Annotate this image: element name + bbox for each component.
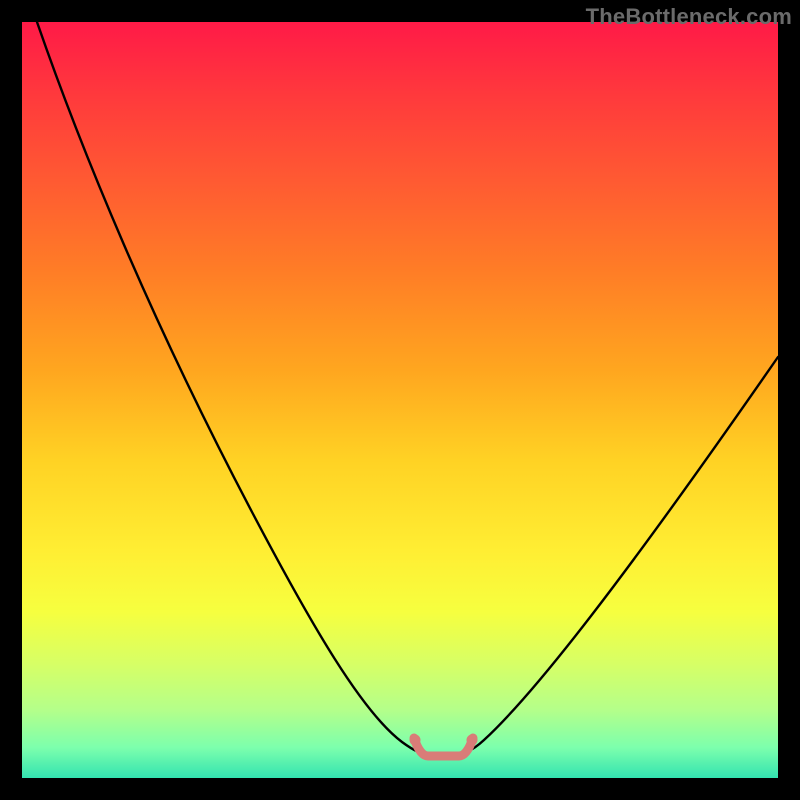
marker-dot-left [410, 735, 421, 746]
bottleneck-curve [37, 22, 778, 753]
chart-plot-area [22, 22, 778, 778]
marker-dot-right [467, 735, 478, 746]
optimal-zone-marker [414, 738, 473, 756]
watermark-text: TheBottleneck.com [586, 4, 792, 30]
chart-frame [22, 22, 778, 778]
